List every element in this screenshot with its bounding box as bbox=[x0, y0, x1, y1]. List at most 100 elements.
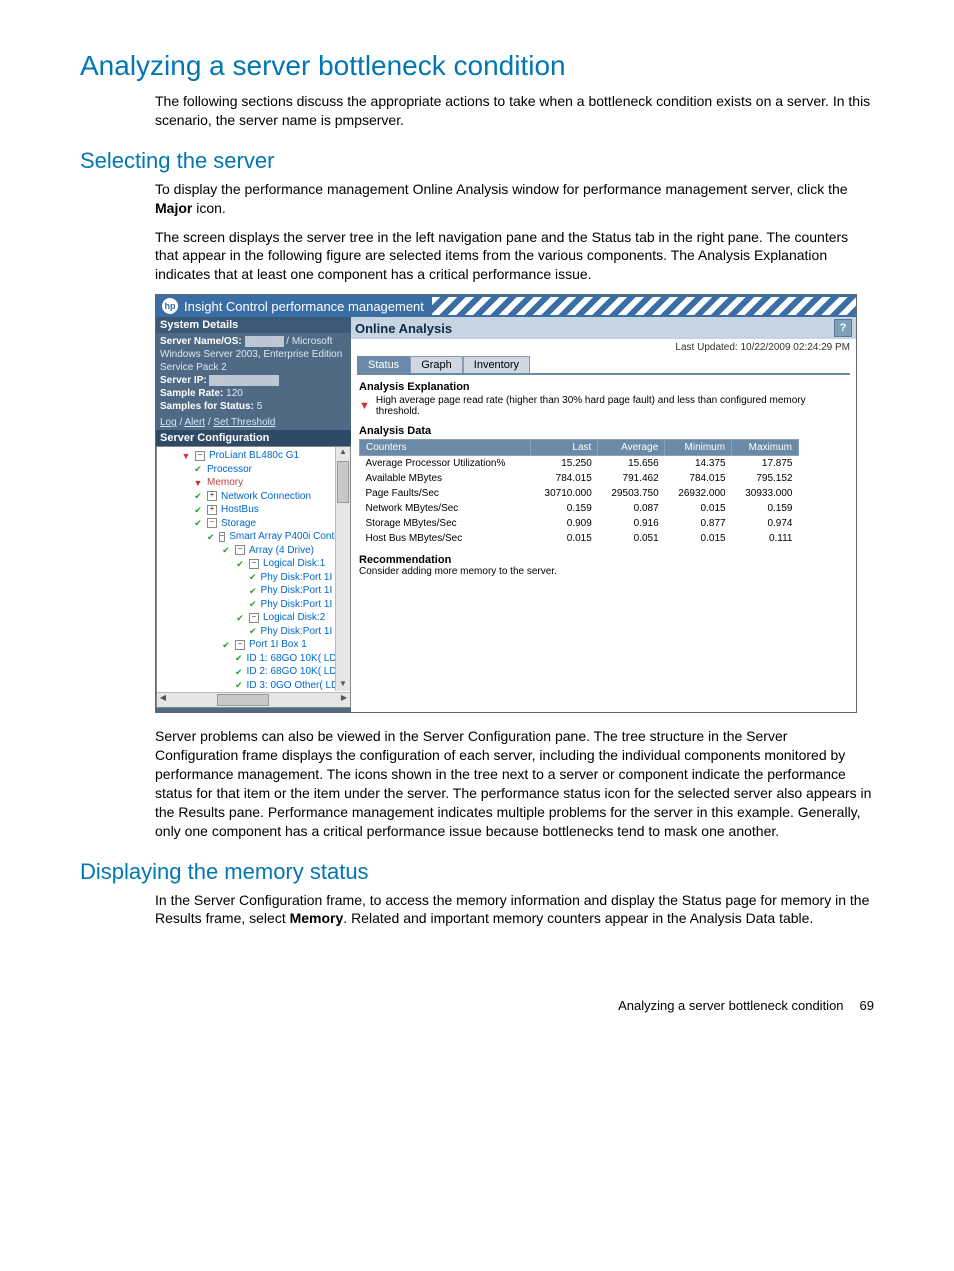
tab-inventory[interactable]: Inventory bbox=[463, 356, 530, 373]
links-row: Log / Alert / Set Threshold bbox=[156, 415, 351, 430]
text: . Related and important memory counters … bbox=[343, 910, 813, 926]
text: To display the performance management On… bbox=[155, 181, 848, 197]
tree-node[interactable]: Array (4 Drive) bbox=[249, 544, 314, 558]
intro-text: The following sections discuss the appro… bbox=[155, 92, 874, 130]
status-ok-icon: ✔ bbox=[207, 532, 215, 542]
table-row: Available MBytes784.015791.462784.015795… bbox=[360, 471, 799, 486]
collapse-icon[interactable]: − bbox=[219, 532, 226, 542]
tree-node[interactable]: ID 1: 68GO 10K( LD1 ) bbox=[247, 652, 349, 666]
status-ok-icon: ✔ bbox=[207, 707, 215, 708]
cell-maximum: 795.152 bbox=[732, 471, 799, 486]
footer-text: Analyzing a server bottleneck condition bbox=[618, 998, 843, 1013]
scrollbar-thumb[interactable] bbox=[217, 694, 269, 706]
col-minimum: Minimum bbox=[665, 440, 732, 456]
cell-average: 0.916 bbox=[598, 516, 665, 531]
scroll-down-icon[interactable]: ▼ bbox=[336, 679, 350, 691]
label: Server IP: bbox=[160, 375, 207, 386]
collapse-icon[interactable]: − bbox=[249, 559, 259, 569]
status-ok-icon: ✔ bbox=[249, 572, 257, 582]
tree-node-memory[interactable]: Memory bbox=[207, 476, 243, 490]
col-average: Average bbox=[598, 440, 665, 456]
cell-counter: Network MBytes/Sec bbox=[360, 501, 531, 516]
cell-average: 791.462 bbox=[598, 471, 665, 486]
tree-node[interactable]: Network Connection bbox=[221, 490, 311, 504]
collapse-icon[interactable]: + bbox=[207, 491, 217, 501]
paragraph: In the Server Configuration frame, to ac… bbox=[155, 891, 874, 929]
cell-counter: Available MBytes bbox=[360, 471, 531, 486]
status-ok-icon: ✔ bbox=[193, 464, 203, 474]
tree-node[interactable]: Logical Disk:2 bbox=[263, 611, 325, 625]
hp-logo-icon: hp bbox=[162, 298, 178, 314]
scroll-left-icon[interactable]: ◀ bbox=[157, 693, 169, 707]
set-threshold-link[interactable]: Set Threshold bbox=[213, 417, 275, 428]
cell-maximum: 30933.000 bbox=[732, 486, 799, 501]
collapse-icon[interactable]: + bbox=[207, 505, 217, 515]
analysis-data-label: Analysis Data bbox=[359, 425, 848, 437]
section-displaying-memory-status: Displaying the memory status bbox=[80, 859, 874, 885]
status-ok-icon: ✔ bbox=[235, 559, 245, 569]
paragraph: The screen displays the server tree in t… bbox=[155, 228, 874, 285]
tree-node[interactable]: ID 2: 68GO 10K( LD1 ) bbox=[247, 665, 349, 679]
horizontal-scrollbar[interactable]: ◀ ▶ bbox=[157, 692, 350, 707]
cell-average: 15.656 bbox=[598, 456, 665, 472]
cell-minimum: 0.015 bbox=[665, 501, 732, 516]
collapse-icon[interactable]: − bbox=[207, 518, 217, 528]
text-bold: Memory bbox=[290, 910, 344, 926]
cell-maximum: 0.111 bbox=[732, 531, 799, 546]
status-ok-icon: ✔ bbox=[249, 586, 257, 596]
cell-minimum: 784.015 bbox=[665, 471, 732, 486]
collapse-icon[interactable]: − bbox=[235, 640, 245, 650]
redacted: xx xxx xxx bbox=[209, 375, 279, 386]
status-ok-icon: ✔ bbox=[235, 613, 245, 623]
collapse-icon[interactable]: − bbox=[249, 613, 259, 623]
cell-minimum: 26932.000 bbox=[665, 486, 732, 501]
status-ok-icon: ✔ bbox=[193, 518, 203, 528]
scroll-right-icon[interactable]: ▶ bbox=[338, 693, 350, 707]
tree-node[interactable]: Port 1I Box 1 bbox=[249, 638, 307, 652]
col-last: Last bbox=[531, 440, 598, 456]
tree-node[interactable]: Logical Disk:1 bbox=[263, 557, 325, 571]
titlebar-decoration bbox=[432, 297, 856, 315]
server-configuration-header: Server Configuration bbox=[156, 430, 351, 446]
text-bold: Major bbox=[155, 200, 192, 216]
tree-node[interactable]: Processor bbox=[207, 463, 252, 477]
log-link[interactable]: Log bbox=[160, 417, 177, 428]
server-configuration-tree[interactable]: ▼−ProLiant BL480c G1 ✔Processor ▼Memory … bbox=[156, 446, 351, 708]
collapse-icon[interactable]: − bbox=[195, 451, 205, 461]
label: Sample Rate: bbox=[160, 388, 223, 399]
cell-counter: Storage MBytes/Sec bbox=[360, 516, 531, 531]
cell-counter: Host Bus MBytes/Sec bbox=[360, 531, 531, 546]
analysis-explanation-label: Analysis Explanation bbox=[359, 381, 848, 393]
table-row: Network MBytes/Sec0.1590.0870.0150.159 bbox=[360, 501, 799, 516]
redacted: xxx bbox=[245, 336, 284, 347]
table-row: Average Processor Utilization%15.25015.6… bbox=[360, 456, 799, 472]
status-ok-icon: ✔ bbox=[235, 680, 243, 690]
status-ok-icon: ✔ bbox=[249, 626, 257, 636]
cell-counter: Page Faults/Sec bbox=[360, 486, 531, 501]
tab-graph[interactable]: Graph bbox=[410, 356, 463, 373]
tree-node[interactable]: Smart Array P400i Controller bbox=[229, 530, 351, 544]
cell-maximum: 17.875 bbox=[732, 456, 799, 472]
status-ok-icon: ✔ bbox=[249, 599, 257, 609]
tree-node[interactable]: ProLiant BL480c G1 bbox=[209, 449, 299, 463]
col-maximum: Maximum bbox=[732, 440, 799, 456]
label: Server Name/OS: bbox=[160, 336, 242, 347]
scrollbar-thumb[interactable] bbox=[337, 461, 349, 503]
analysis-data-table: Counters Last Average Minimum Maximum Av… bbox=[359, 439, 799, 546]
help-button[interactable]: ? bbox=[834, 319, 852, 337]
online-analysis-title: Online Analysis bbox=[355, 321, 452, 336]
tab-status[interactable]: Status bbox=[357, 356, 410, 373]
vertical-scrollbar[interactable]: ▲ ▼ bbox=[335, 447, 350, 691]
last-updated: Last Updated: 10/22/2009 02:24:29 PM bbox=[351, 339, 856, 356]
results-pane: Online Analysis ? Last Updated: 10/22/20… bbox=[351, 317, 856, 712]
collapse-icon[interactable]: − bbox=[235, 545, 245, 555]
alert-link[interactable]: Alert bbox=[184, 417, 205, 428]
tree-node[interactable]: Storage bbox=[221, 517, 256, 531]
status-ok-icon: ✔ bbox=[221, 640, 231, 650]
screenshot-insight-control: hp Insight Control performance managemen… bbox=[155, 294, 857, 713]
scroll-up-icon[interactable]: ▲ bbox=[336, 447, 350, 459]
cell-minimum: 0.015 bbox=[665, 531, 732, 546]
paragraph: To display the performance management On… bbox=[155, 180, 874, 218]
tree-node[interactable]: HostBus bbox=[221, 503, 259, 517]
status-critical-icon: ▼ bbox=[193, 478, 203, 488]
